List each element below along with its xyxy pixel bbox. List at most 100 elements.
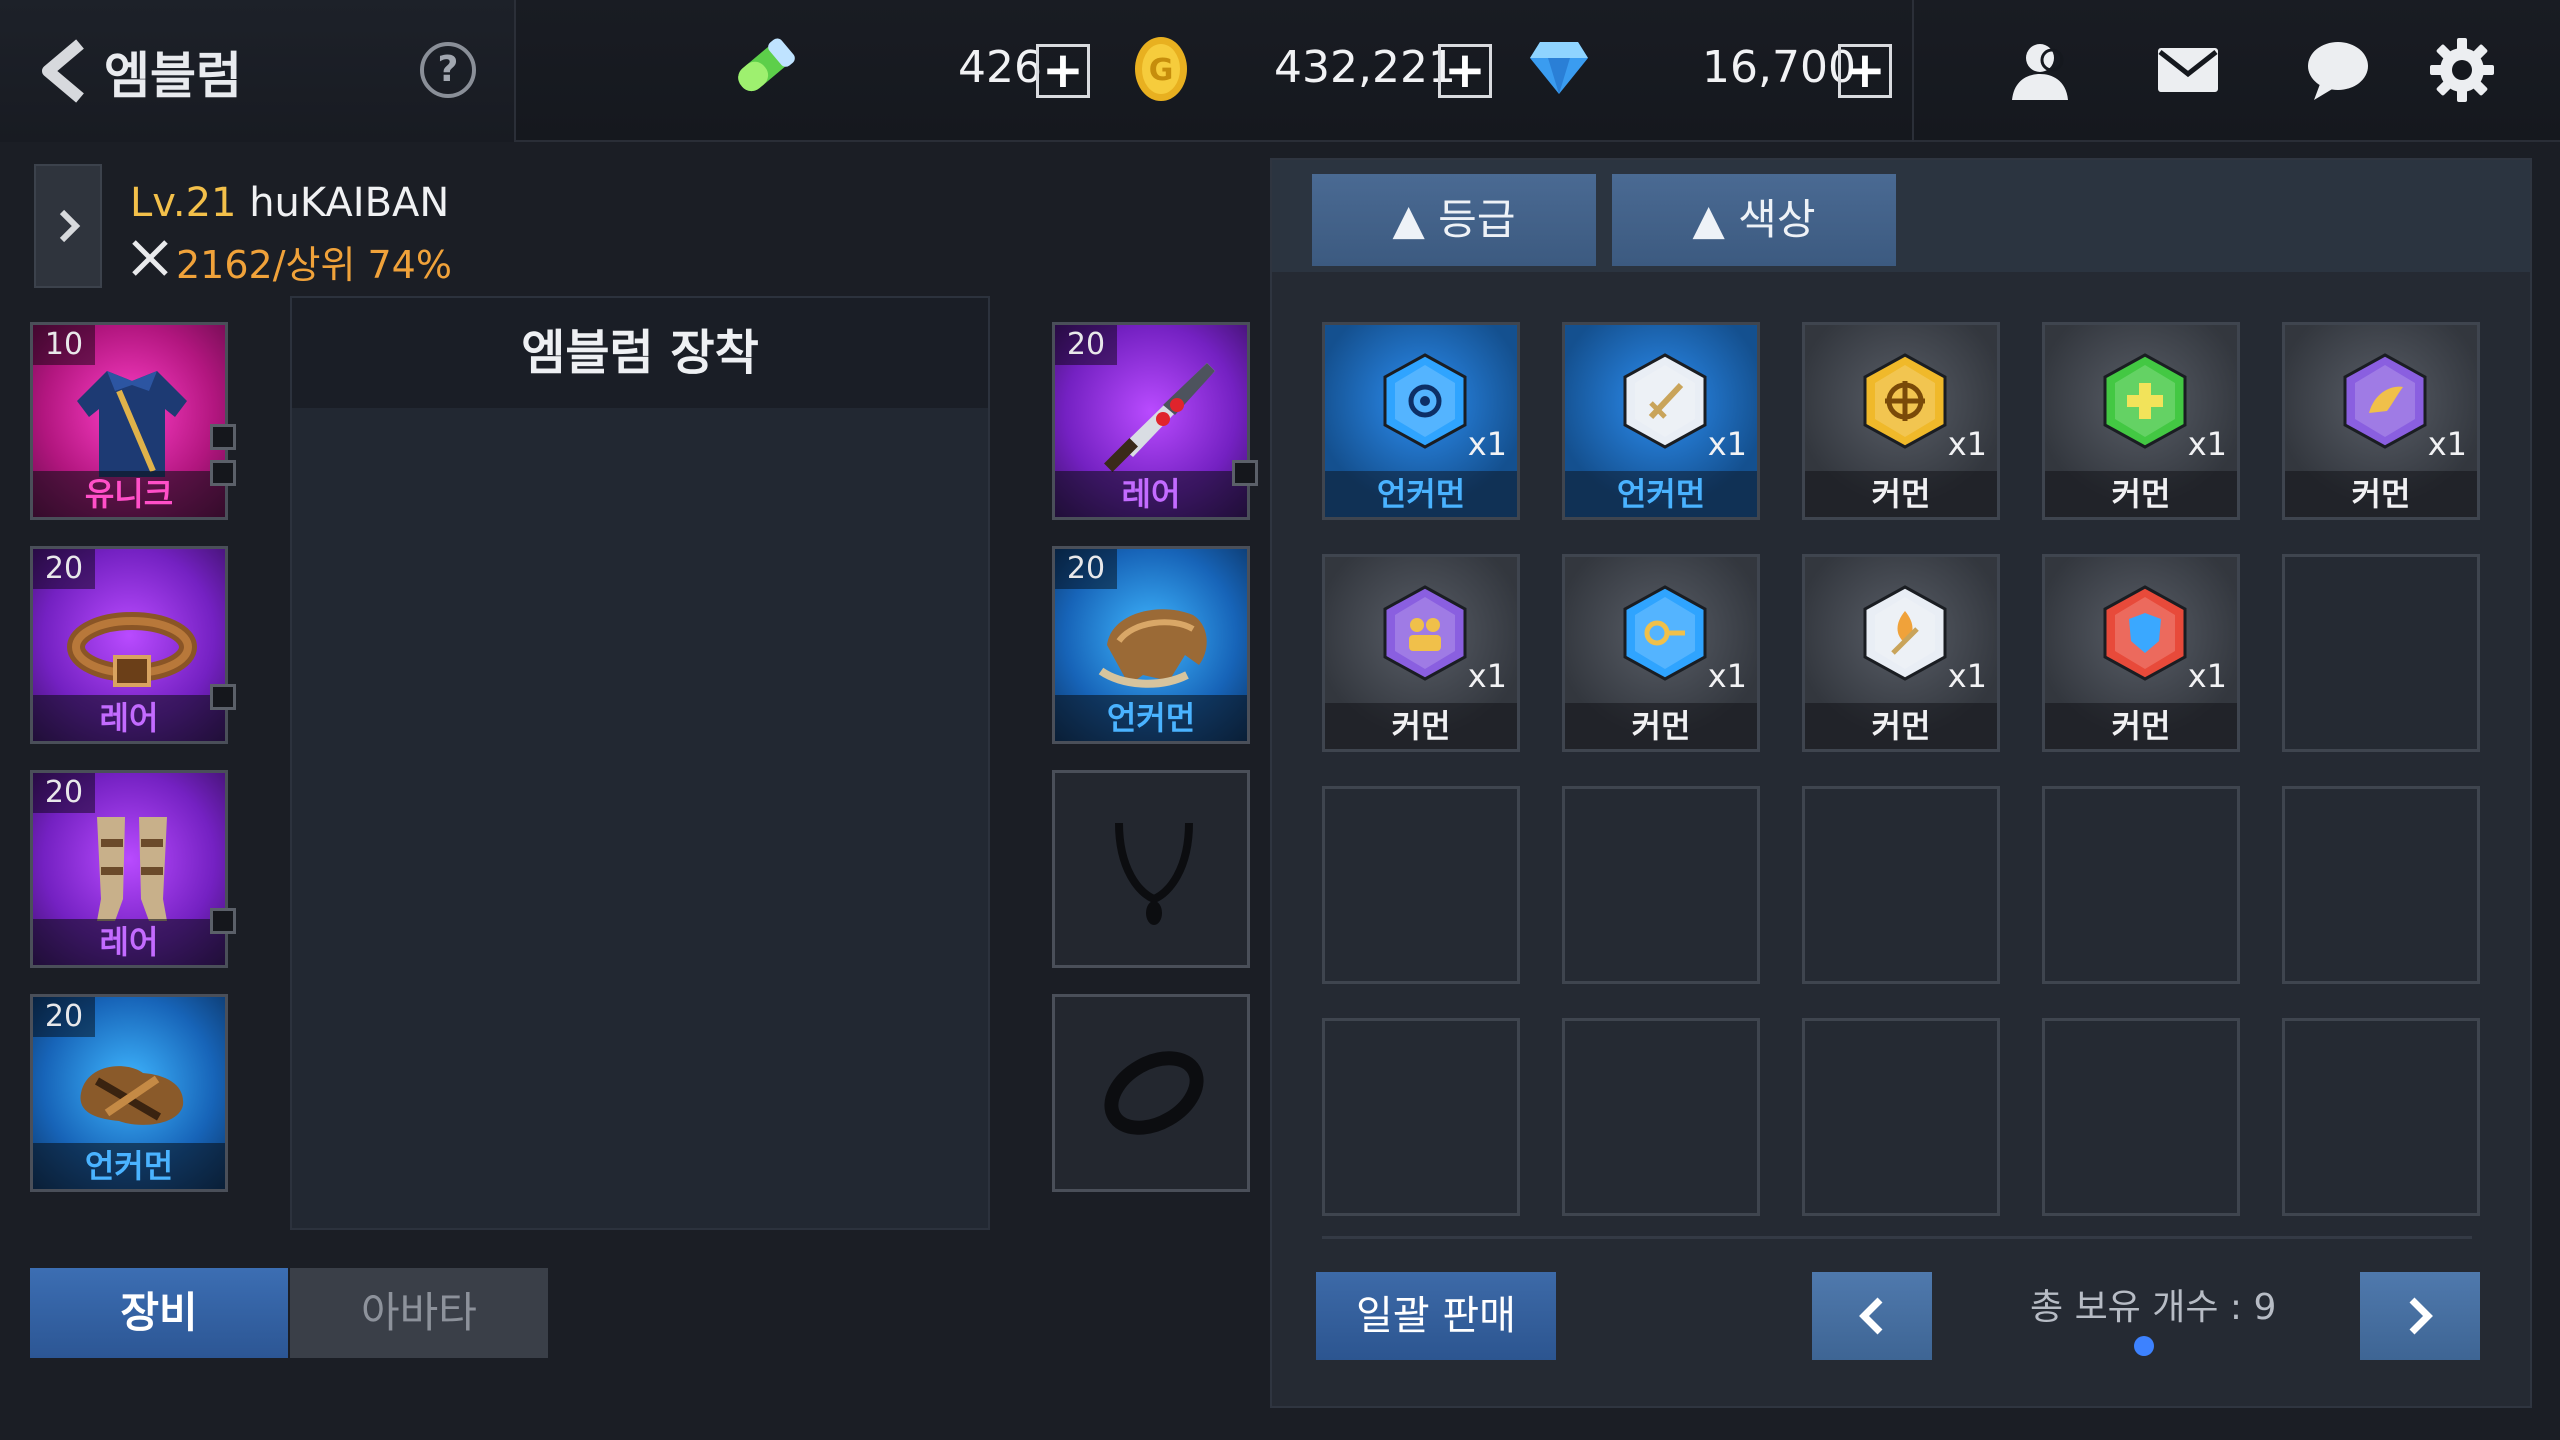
item-grade: 유니크 [33, 471, 225, 517]
chevron-left-icon [1859, 1297, 1883, 1335]
equip-slot-boots[interactable]: 20 레어 [30, 770, 228, 968]
divider [1912, 0, 1914, 142]
inventory-slot[interactable]: x1 커먼 [1562, 554, 1760, 752]
divider [1322, 1236, 2472, 1239]
inventory-slot-empty[interactable] [1322, 1018, 1520, 1216]
prev-page-button[interactable] [1812, 1272, 1932, 1360]
shoulder-armor-icon [1098, 609, 1207, 688]
item-grade: 레어 [33, 695, 225, 741]
inventory-slot[interactable]: x1 커먼 [2282, 322, 2480, 520]
item-grade: 언커먼 [33, 1143, 225, 1189]
equip-slot-belt[interactable]: 20 레어 [30, 546, 228, 744]
plus-emblem-icon [2103, 353, 2187, 449]
belt-icon [67, 612, 197, 687]
chevron-right-icon [2409, 1297, 2433, 1335]
item-grade: 커먼 [2045, 703, 2237, 749]
item-quantity: x1 [1947, 425, 1987, 463]
inventory-slot[interactable]: x1 커먼 [2042, 322, 2240, 520]
target-emblem-icon [1863, 353, 1947, 449]
expand-profile-button[interactable] [34, 164, 102, 288]
diamond-gem-icon [1530, 42, 1588, 94]
tab-avatar[interactable]: 아바타 [290, 1268, 548, 1358]
slot-marker [1232, 460, 1258, 486]
slot-marker [210, 460, 236, 486]
ring-icon [1104, 1051, 1204, 1135]
next-page-button[interactable] [2360, 1272, 2480, 1360]
equip-slot-armor[interactable]: 20 언커먼 [1052, 546, 1250, 744]
inventory-slot-empty[interactable] [1562, 786, 1760, 984]
eye-emblem-icon [1383, 353, 1467, 449]
energy-vial-icon [738, 38, 795, 92]
total-owned-count: 총 보유 개수 : 9 [2030, 1287, 2277, 1328]
character-level: Lv.21 [130, 180, 237, 226]
sword-icon [1104, 363, 1215, 472]
item-quantity: x1 [1947, 657, 1987, 695]
necklace-icon [1115, 822, 1193, 925]
equip-slot-weapon[interactable]: 20 레어 [1052, 322, 1250, 520]
energy-add-button[interactable]: + [1036, 44, 1090, 98]
item-grade: 커먼 [1805, 471, 1997, 517]
emblem-equip-panel: 엠블럼 장착 [290, 296, 990, 1230]
tab-equipment[interactable]: 장비 [30, 1268, 288, 1358]
item-grade: 커먼 [2285, 471, 2477, 517]
wing-emblem-icon [2343, 353, 2427, 449]
inventory-slot[interactable]: x1 언커먼 [1322, 322, 1520, 520]
inventory-slot-empty[interactable] [2282, 786, 2480, 984]
jacket-icon [77, 371, 187, 477]
settings-gear-icon[interactable] [2426, 34, 2498, 106]
help-icon[interactable]: ? [420, 42, 476, 98]
mail-icon[interactable] [2152, 34, 2224, 106]
inventory-slot-empty[interactable] [1562, 1018, 1760, 1216]
item-level: 20 [1055, 325, 1117, 365]
boots-icon [97, 817, 167, 921]
slot-marker [210, 684, 236, 710]
fire-sword-emblem-icon [1863, 585, 1947, 681]
character-level-name: Lv.21 huKAIBAN [130, 180, 449, 226]
chat-icon[interactable] [2302, 34, 2374, 106]
inventory-slot[interactable]: x1 커먼 [1322, 554, 1520, 752]
combat-power-value: 2162/상위 74% [176, 243, 452, 287]
emblem-panel-title: 엠블럼 장착 [292, 298, 988, 408]
sell-all-button[interactable]: 일괄 판매 [1316, 1272, 1556, 1360]
back-arrow-icon[interactable] [36, 38, 90, 104]
equip-slot-necklace-empty[interactable] [1052, 770, 1250, 968]
friends-icon[interactable] [2004, 34, 2076, 106]
item-quantity: x1 [2187, 657, 2227, 695]
item-grade: 커먼 [1805, 703, 1997, 749]
sort-bar: ▲ 등급 ▲ 색상 [1272, 160, 2530, 272]
top-bar: 엠블럼 ? 426 + G 432,221 + 16,700 + [0, 0, 2560, 142]
people-emblem-icon [1383, 585, 1467, 681]
gloves-icon [80, 1066, 184, 1125]
inventory-slot-empty[interactable] [2042, 1018, 2240, 1216]
inventory-slot[interactable]: x1 커먼 [1802, 554, 2000, 752]
inventory-slot-empty[interactable] [2042, 786, 2240, 984]
slot-marker [210, 908, 236, 934]
inventory-slot-empty[interactable] [1802, 786, 2000, 984]
sort-by-grade-button[interactable]: ▲ 등급 [1312, 174, 1596, 266]
item-quantity: x1 [2427, 425, 2467, 463]
equip-slot-ring-empty[interactable] [1052, 994, 1250, 1192]
inventory-slot-empty[interactable] [2282, 1018, 2480, 1216]
item-grade: 커먼 [2045, 471, 2237, 517]
page-title: 엠블럼 [104, 47, 242, 105]
item-grade: 언커먼 [1565, 471, 1757, 517]
diamond-add-button[interactable]: + [1838, 44, 1892, 98]
item-level: 20 [33, 997, 95, 1037]
inventory-slot-empty[interactable] [1322, 786, 1520, 984]
inventory-slot[interactable]: x1 커먼 [1802, 322, 2000, 520]
sort-by-color-button[interactable]: ▲ 색상 [1612, 174, 1896, 266]
gold-value: 432,221 [1274, 42, 1456, 93]
equip-slot-gloves[interactable]: 20 언커먼 [30, 994, 228, 1192]
item-level: 20 [33, 549, 95, 589]
item-quantity: x1 [1707, 425, 1747, 463]
equip-slot-top[interactable]: 10 유니크 [30, 322, 228, 520]
inventory-slot-empty[interactable] [1802, 1018, 2000, 1216]
sword-emblem-icon [1623, 353, 1707, 449]
page-indicator-dot [2134, 1336, 2154, 1356]
inventory-slot[interactable]: x1 커먼 [2042, 554, 2240, 752]
inventory-slot[interactable]: x1 언커먼 [1562, 322, 1760, 520]
title-group: 엠블럼 ? [0, 0, 516, 142]
svg-text:G: G [1149, 53, 1174, 88]
inventory-slot-empty[interactable] [2282, 554, 2480, 752]
gold-add-button[interactable]: + [1438, 44, 1492, 98]
